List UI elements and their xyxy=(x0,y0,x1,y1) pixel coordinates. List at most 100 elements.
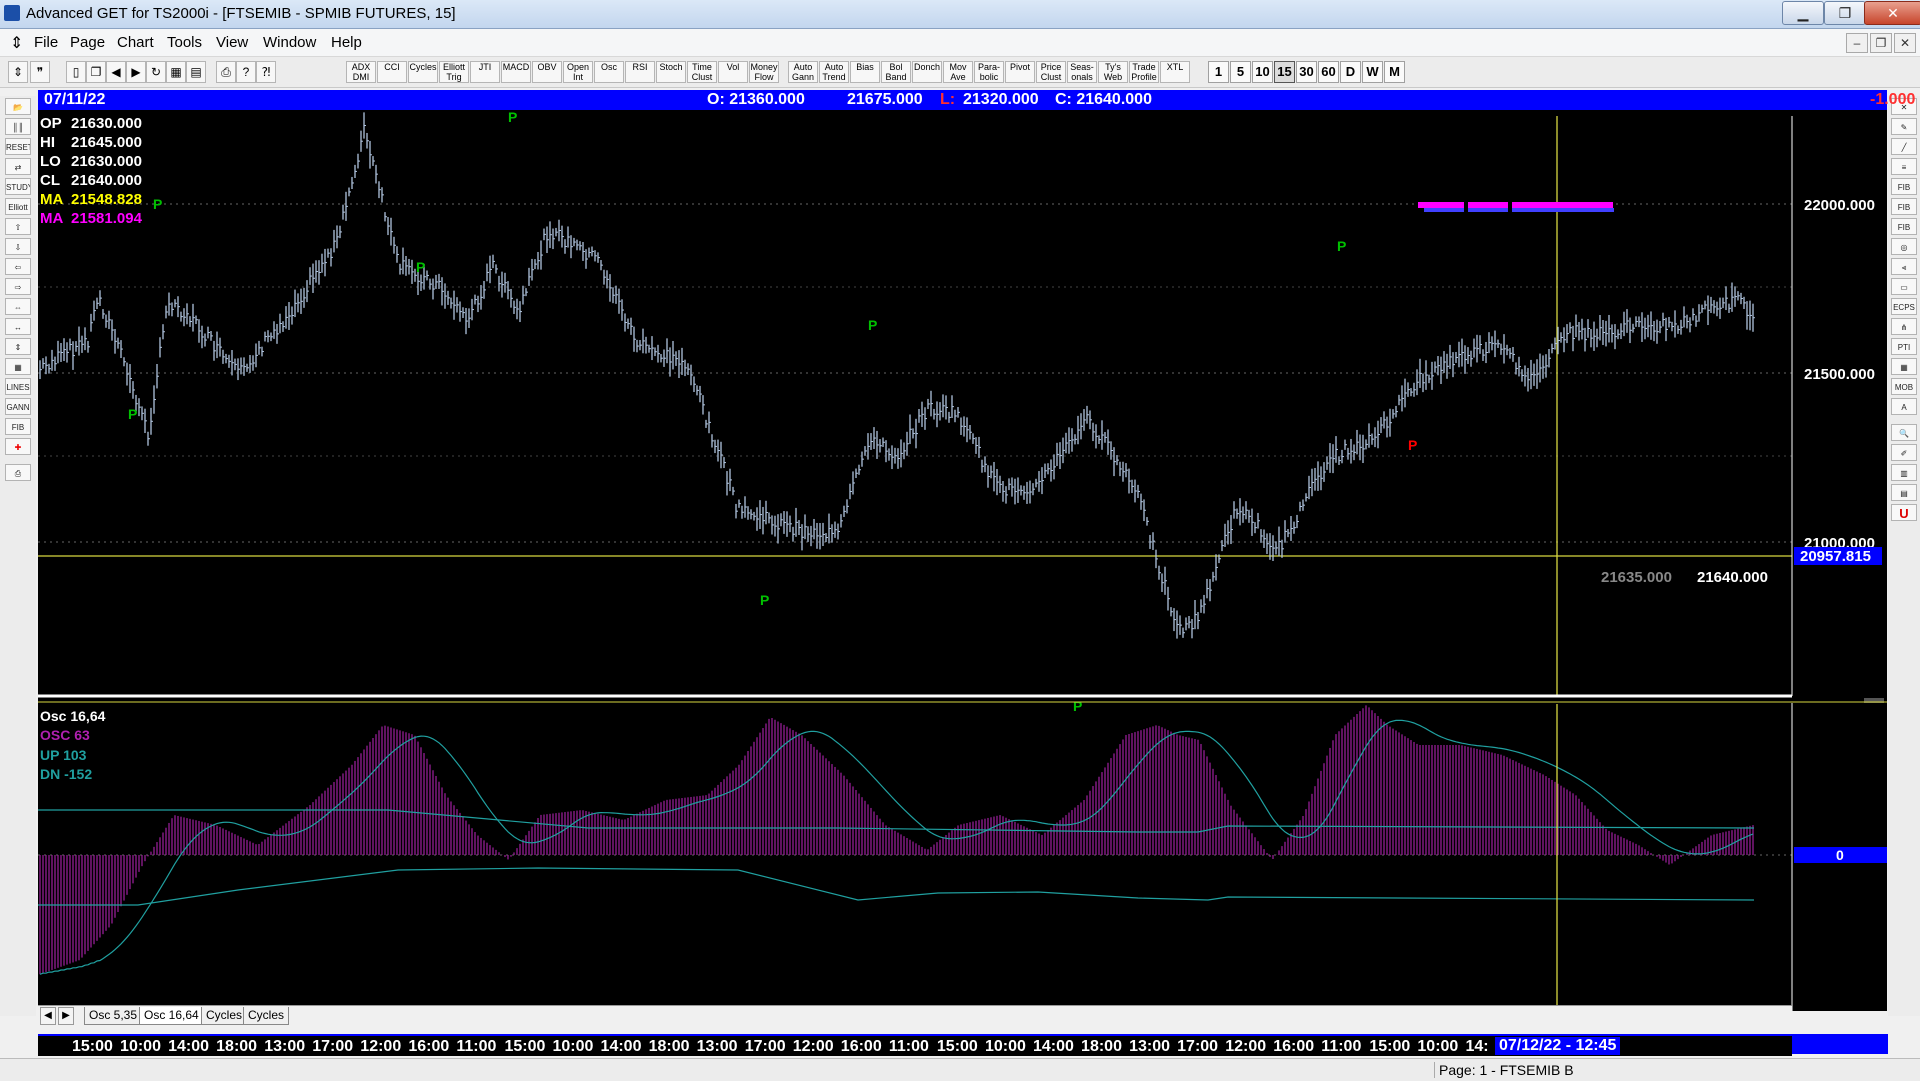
pointer-tool-icon[interactable]: ⇕ xyxy=(8,61,28,83)
elliott-icon[interactable]: Elliott xyxy=(5,198,31,215)
timeframe-m[interactable]: M xyxy=(1384,61,1405,83)
pitchfork-icon[interactable]: ⋔ xyxy=(1891,318,1917,335)
chart-area[interactable]: P P P P P P P P P OP 21630.000 HI 21645.000 LO 2… xyxy=(38,109,1887,1011)
copy-icon[interactable]: ❐ xyxy=(86,61,106,83)
lines-icon[interactable]: LINES xyxy=(5,378,31,395)
ruler-icon[interactable]: ▥ xyxy=(1891,464,1917,481)
study-button-mov-ave[interactable]: Mov Ave xyxy=(943,61,973,83)
study-button-bias[interactable]: Bias xyxy=(850,61,880,83)
study-button-xtl[interactable]: XTL xyxy=(1160,61,1190,83)
context-help-icon[interactable]: ⁈ xyxy=(256,61,276,83)
layers-icon[interactable]: ▤ xyxy=(1891,484,1917,501)
tab-cycles-2[interactable]: Cycles xyxy=(243,1007,290,1025)
box-icon[interactable]: ▭ xyxy=(1891,278,1917,295)
arrow-down-icon[interactable]: ⇩ xyxy=(5,238,31,255)
forward-icon[interactable]: ▶ xyxy=(126,61,146,83)
spiral-icon[interactable]: ◎ xyxy=(1891,238,1917,255)
vertical-scale-icon[interactable]: ⇕ xyxy=(5,338,31,355)
timeframe-1[interactable]: 1 xyxy=(1208,61,1229,83)
app-menu-icon[interactable]: ⇕ xyxy=(10,33,23,53)
fib-extension-icon[interactable]: FIB EXT xyxy=(1891,198,1917,215)
expand-icon[interactable]: ↔ xyxy=(5,318,31,335)
pencil-icon[interactable]: ✎ xyxy=(1891,118,1917,135)
study-button-auto-trend[interactable]: Auto Trend xyxy=(819,61,849,83)
grid-icon[interactable]: ▦ xyxy=(166,61,186,83)
study-button-price-clust[interactable]: Price Clust xyxy=(1036,61,1066,83)
printer-icon[interactable]: ⎙ xyxy=(5,464,31,481)
grid-tool-icon[interactable]: ▦ xyxy=(1891,358,1917,375)
study-button-pivot[interactable]: Pivot xyxy=(1005,61,1035,83)
ellipse-icon[interactable]: ECPS xyxy=(1891,298,1917,315)
study-button-para-bolic[interactable]: Para- bolic xyxy=(974,61,1004,83)
menu-help[interactable]: Help xyxy=(331,34,362,51)
arrow-up-icon[interactable]: ⇧ xyxy=(5,218,31,235)
timeframe-w[interactable]: W xyxy=(1362,61,1383,83)
study-button-bol-band[interactable]: Bol Band xyxy=(881,61,911,83)
pti-icon[interactable]: PTI xyxy=(1891,338,1917,355)
menu-tools[interactable]: Tools xyxy=(167,34,202,51)
menu-file[interactable]: File xyxy=(34,34,58,51)
study-button-open-int[interactable]: Open Int xyxy=(563,61,593,83)
study-button-ty-s-web[interactable]: Ty's Web xyxy=(1098,61,1128,83)
tab-osc-5-35[interactable]: Osc 5,35 xyxy=(84,1007,143,1025)
study-button-vol[interactable]: Vol xyxy=(718,61,748,83)
arrow-left-icon[interactable]: ⇦ xyxy=(5,258,31,275)
time-axis[interactable]: 15:00 10:00 14:00 18:00 13:00 17:00 12:00 16:00… xyxy=(38,1034,1792,1056)
menu-view[interactable]: View xyxy=(216,34,248,51)
fan-icon[interactable]: ⫷ xyxy=(1891,258,1917,275)
parallel-lines-icon[interactable]: ≡ xyxy=(1891,158,1917,175)
zoom-icon[interactable]: 🔍 xyxy=(1891,424,1917,441)
fib-time-icon[interactable]: FIB TIME xyxy=(1891,218,1917,235)
study-button-trade-profile[interactable]: Trade Profile xyxy=(1129,61,1159,83)
timeframe-30[interactable]: 30 xyxy=(1296,61,1317,83)
chart-canvas[interactable]: P P P P P P P P P OP 21630.000 HI 21645.000 LO 2… xyxy=(38,109,1887,1011)
quote-icon[interactable]: ❞ xyxy=(30,61,50,83)
close-button[interactable]: ✕ xyxy=(1864,1,1920,25)
study-button-auto-gann[interactable]: Auto Gann xyxy=(788,61,818,83)
fib-icon[interactable]: FIB xyxy=(5,418,31,435)
tab-cycles[interactable]: Cycles xyxy=(201,1007,248,1025)
bars-icon[interactable]: ║║ xyxy=(5,118,31,135)
timeframe-10[interactable]: 10 xyxy=(1252,61,1273,83)
study-button-osc[interactable]: Osc xyxy=(594,61,624,83)
study-button-money-flow[interactable]: Money Flow xyxy=(749,61,779,83)
study-button-stoch[interactable]: Stoch xyxy=(656,61,686,83)
maximize-button[interactable]: ❐ xyxy=(1824,1,1866,25)
menu-window[interactable]: Window xyxy=(263,34,316,51)
study-button-obv[interactable]: OBV xyxy=(532,61,562,83)
mdi-restore-button[interactable]: ❐ xyxy=(1870,33,1892,53)
move-icon[interactable]: ⇄ xyxy=(5,158,31,175)
line-tool-icon[interactable]: ╱ xyxy=(1891,138,1917,155)
tab-prev-button[interactable]: ◀ xyxy=(40,1007,56,1025)
tab-next-button[interactable]: ▶ xyxy=(58,1007,74,1025)
crosshair-icon[interactable]: ✚ xyxy=(5,438,31,455)
tab-osc-16-64[interactable]: Osc 16,64 xyxy=(139,1007,204,1025)
study-button-cycles[interactable]: Cycles xyxy=(408,61,438,83)
study-button-rsi[interactable]: RSI xyxy=(625,61,655,83)
study-button-adx-dmi[interactable]: ADX DMI xyxy=(346,61,376,83)
timeframe-15[interactable]: 15 xyxy=(1274,61,1295,83)
back-icon[interactable]: ◀ xyxy=(106,61,126,83)
study-button-seas-onals[interactable]: Seas- onals xyxy=(1067,61,1097,83)
refresh-icon[interactable]: ↻ xyxy=(146,61,166,83)
open-folder-icon[interactable]: 📂 xyxy=(5,98,31,115)
mdi-minimize-button[interactable]: – xyxy=(1846,33,1868,53)
minimize-button[interactable]: ▁ xyxy=(1782,1,1824,25)
timeframe-d[interactable]: D xyxy=(1340,61,1361,83)
timeframe-60[interactable]: 60 xyxy=(1318,61,1339,83)
help-icon[interactable]: ? xyxy=(236,61,256,83)
mob-icon[interactable]: MOB xyxy=(1891,378,1917,395)
study-button-macd[interactable]: MACD xyxy=(501,61,531,83)
study-button-donch[interactable]: Donch xyxy=(912,61,942,83)
table-icon[interactable]: ▦ xyxy=(5,358,31,375)
study-button-elliott-trig[interactable]: Elliott Trig xyxy=(439,61,469,83)
undo-icon[interactable]: U xyxy=(1891,504,1917,521)
study-button-jti[interactable]: JTI xyxy=(470,61,500,83)
print-icon[interactable]: ⎙ xyxy=(216,61,236,83)
text-tool-icon[interactable]: A xyxy=(1891,398,1917,415)
compress-icon[interactable]: ⇔ xyxy=(5,298,31,315)
study-button-time-clust[interactable]: Time Clust xyxy=(687,61,717,83)
study-icon[interactable]: STUDY xyxy=(5,178,31,195)
mdi-close-button[interactable]: ✕ xyxy=(1894,33,1916,53)
timeframe-5[interactable]: 5 xyxy=(1230,61,1251,83)
